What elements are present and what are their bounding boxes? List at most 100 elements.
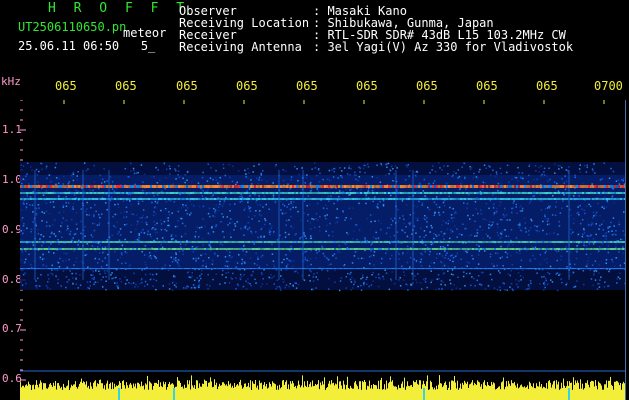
speckle <box>40 234 42 236</box>
signal-line <box>622 185 624 188</box>
speckle <box>207 163 209 165</box>
speckle <box>611 195 614 197</box>
signal-line <box>330 192 332 194</box>
speckle <box>202 237 204 240</box>
amplitude-bar <box>421 388 422 400</box>
speckle <box>274 201 277 204</box>
signal-line <box>502 192 504 194</box>
speckle <box>433 237 435 240</box>
speckle <box>618 223 620 226</box>
signal-line <box>446 241 448 243</box>
signal-line <box>512 248 514 250</box>
speckle <box>87 266 89 268</box>
signal-line <box>248 192 250 194</box>
speckle <box>225 260 228 263</box>
speckle <box>111 234 113 237</box>
signal-line <box>168 241 170 243</box>
signal-line <box>186 241 188 243</box>
speckle <box>212 231 215 233</box>
speckle <box>574 285 577 288</box>
amplitude-bar <box>376 385 377 400</box>
signal-line <box>286 241 288 243</box>
speckle <box>132 282 135 284</box>
speckle <box>424 250 426 253</box>
speckle <box>331 169 333 171</box>
signal-line <box>134 268 136 269</box>
speckle <box>479 225 481 228</box>
speckle <box>575 257 578 260</box>
signal-line <box>76 185 78 188</box>
speckle <box>464 285 466 287</box>
signal-line <box>612 192 614 194</box>
signal-line <box>220 268 222 269</box>
signal-line <box>184 185 186 188</box>
speckle <box>382 205 385 207</box>
speckle <box>94 257 97 260</box>
signal-line <box>40 192 42 194</box>
speckle <box>239 278 242 281</box>
amplitude-bar <box>440 383 441 400</box>
speckle <box>440 231 443 233</box>
signal-line <box>542 241 544 243</box>
amplitude-bar <box>392 380 393 400</box>
signal-line <box>540 198 542 200</box>
signal-line <box>528 248 530 250</box>
amplitude-bar <box>205 380 206 400</box>
speckle <box>249 210 251 212</box>
speckle <box>239 268 241 271</box>
signal-line <box>494 268 496 269</box>
amplitude-bar <box>153 386 154 400</box>
speckle <box>461 166 463 168</box>
signal-line <box>360 248 362 250</box>
signal-line <box>454 268 456 269</box>
signal-line <box>460 185 462 188</box>
speckle <box>241 200 243 202</box>
signal-line <box>68 268 70 269</box>
speckle <box>199 275 201 277</box>
speckle <box>335 216 338 219</box>
amplitude-bar <box>22 385 23 400</box>
signal-line <box>386 241 388 243</box>
speckle <box>333 170 335 173</box>
speckle <box>177 165 180 167</box>
speckle <box>145 221 147 224</box>
speckle <box>415 232 417 234</box>
speckle <box>587 256 590 259</box>
speckle <box>327 195 329 198</box>
speckle <box>341 176 343 179</box>
signal-line <box>392 241 394 243</box>
speckle <box>442 220 445 222</box>
amplitude-bar <box>501 382 502 400</box>
speckle <box>586 164 588 166</box>
speckle <box>326 207 328 210</box>
speckle <box>45 167 48 169</box>
signal-line <box>500 241 502 243</box>
speckle <box>415 260 418 262</box>
signal-line <box>126 198 128 200</box>
signal-line <box>540 241 542 243</box>
signal-line <box>398 198 400 200</box>
speckle <box>536 225 538 228</box>
signal-line <box>46 268 48 269</box>
speckle <box>570 251 572 253</box>
speckle <box>512 244 514 246</box>
signal-line <box>118 192 120 194</box>
amplitude-bar <box>231 387 232 400</box>
speckle <box>579 204 581 207</box>
speckle <box>226 216 228 218</box>
signal-line <box>174 198 176 200</box>
signal-line <box>226 192 228 194</box>
amplitude-bar <box>112 382 113 400</box>
speckle <box>287 263 289 266</box>
signal-line <box>90 185 92 188</box>
speckle <box>48 174 51 176</box>
amplitude-bar <box>442 387 443 400</box>
speckle <box>71 174 73 177</box>
signal-line <box>304 248 306 250</box>
speckle <box>546 220 549 222</box>
speckle <box>358 166 360 168</box>
speckle <box>573 222 575 225</box>
x-tick: 065 <box>356 79 378 93</box>
speckle <box>424 277 427 280</box>
signal-line <box>134 248 136 250</box>
